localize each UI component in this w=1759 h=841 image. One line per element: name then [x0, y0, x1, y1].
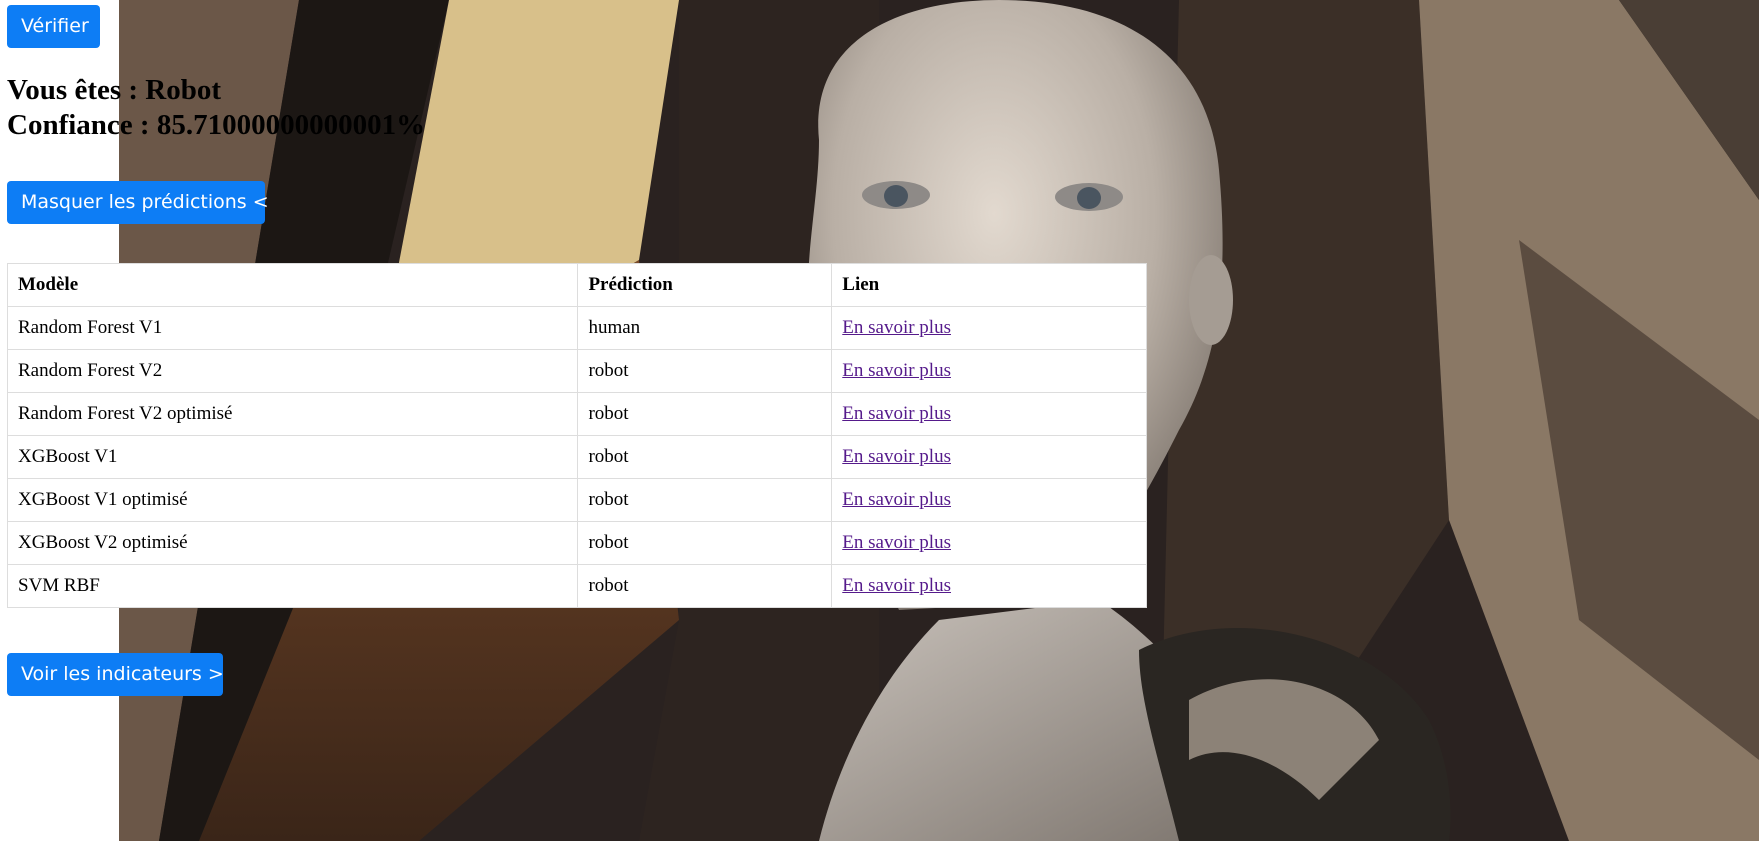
learn-more-link[interactable]: En savoir plus — [842, 532, 951, 553]
table-row: XGBoost V1 optimisé robot En savoir plus — [6, 478, 1147, 522]
model-cell: Random Forest V2 optimisé — [6, 392, 579, 436]
prediction-cell: robot — [577, 349, 833, 393]
learn-more-link[interactable]: En savoir plus — [842, 489, 951, 510]
model-cell: Random Forest V1 — [6, 306, 579, 350]
link-cell: En savoir plus — [831, 349, 1147, 393]
confidence-label: Confiance : 85.71000000000001% — [7, 109, 426, 141]
header-model: Modèle — [6, 263, 579, 307]
learn-more-link[interactable]: En savoir plus — [842, 446, 951, 467]
learn-more-link[interactable]: En savoir plus — [842, 403, 951, 424]
show-indicators-button[interactable]: Voir les indicateurs > — [7, 653, 224, 696]
prediction-result-label: Vous êtes : Robot — [7, 74, 222, 106]
table-row: Random Forest V2 robot En savoir plus — [6, 349, 1147, 393]
model-cell: SVM RBF — [6, 564, 579, 608]
hide-predictions-button[interactable]: Masquer les prédictions < — [7, 181, 269, 224]
result-panel: Vous êtes : Robot Confiance : 85.7100000… — [7, 73, 425, 143]
model-cell: XGBoost V2 optimisé — [6, 521, 579, 565]
model-cell: XGBoost V1 — [6, 435, 579, 479]
table-row: SVM RBF robot En savoir plus — [6, 564, 1147, 608]
table-row: Random Forest V1 human En savoir plus — [6, 306, 1147, 350]
verify-button[interactable]: Vérifier — [7, 5, 100, 48]
prediction-cell: robot — [577, 521, 833, 565]
table-row: XGBoost V1 robot En savoir plus — [6, 435, 1147, 479]
learn-more-link[interactable]: En savoir plus — [842, 360, 951, 381]
prediction-cell: robot — [577, 478, 833, 522]
prediction-cell: robot — [577, 392, 833, 436]
predictions-table: Modèle Prédiction Lien Random Forest V1 … — [6, 263, 1147, 608]
table-header-row: Modèle Prédiction Lien — [6, 263, 1147, 307]
learn-more-link[interactable]: En savoir plus — [842, 575, 951, 596]
learn-more-link[interactable]: En savoir plus — [842, 317, 951, 338]
link-cell: En savoir plus — [831, 392, 1147, 436]
link-cell: En savoir plus — [831, 521, 1147, 565]
prediction-cell: human — [577, 306, 833, 350]
table-row: Random Forest V2 optimisé robot En savoi… — [6, 392, 1147, 436]
model-cell: Random Forest V2 — [6, 349, 579, 393]
table-row: XGBoost V2 optimisé robot En savoir plus — [6, 521, 1147, 565]
link-cell: En savoir plus — [831, 306, 1147, 350]
prediction-cell: robot — [577, 435, 833, 479]
prediction-cell: robot — [577, 564, 833, 608]
header-prediction: Prédiction — [577, 263, 833, 307]
link-cell: En savoir plus — [831, 564, 1147, 608]
header-link: Lien — [831, 263, 1147, 307]
link-cell: En savoir plus — [831, 435, 1147, 479]
link-cell: En savoir plus — [831, 478, 1147, 522]
model-cell: XGBoost V1 optimisé — [6, 478, 579, 522]
